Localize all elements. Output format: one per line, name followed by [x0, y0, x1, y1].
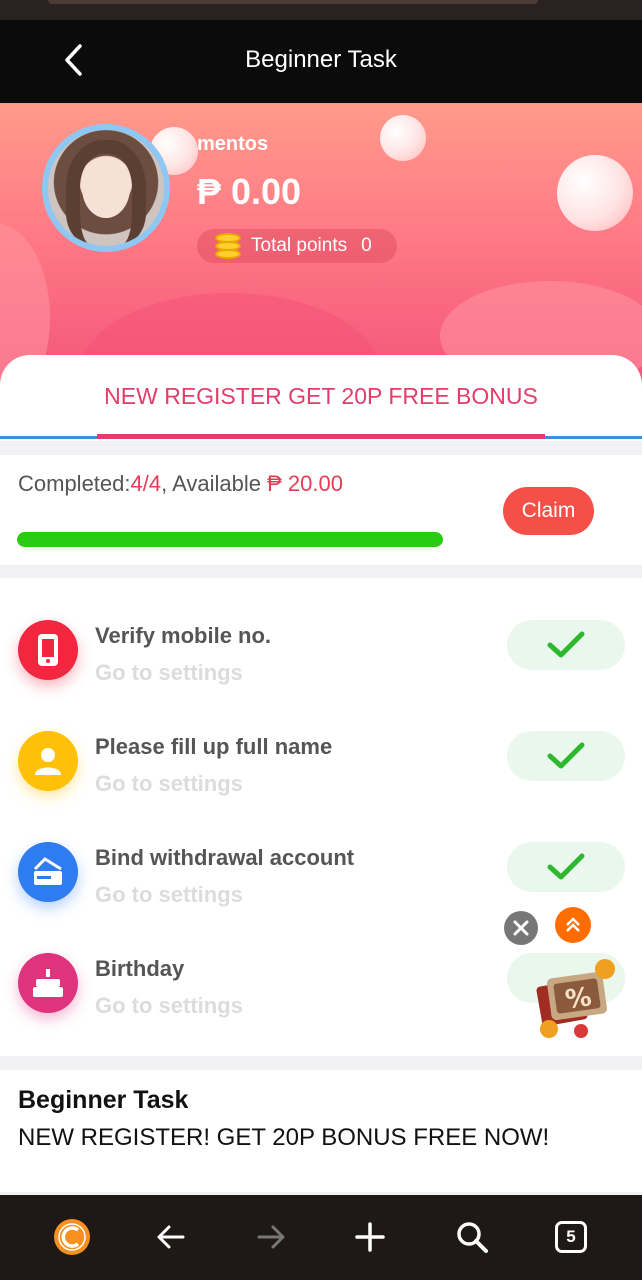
task-title: Verify mobile no.: [95, 623, 272, 648]
double-chevron-up-icon: [566, 917, 580, 932]
points-label: Total points: [251, 235, 348, 256]
browser-navbar: 5: [0, 1195, 642, 1280]
task-subtitle[interactable]: Go to settings: [95, 993, 243, 1019]
task-status-done: [507, 842, 625, 892]
task-item-verify-mobile[interactable]: Verify mobile no. Go to settings: [0, 578, 642, 690]
task-item-full-name[interactable]: Please fill up full name Go to settings: [0, 689, 642, 801]
status-strip: [0, 0, 642, 20]
balance-amount: ₱ 0.00: [197, 171, 302, 212]
info-heading: Beginner Task: [18, 1086, 189, 1114]
person-icon: [18, 731, 78, 791]
task-subtitle[interactable]: Go to settings: [95, 660, 243, 686]
plus-icon: [355, 1222, 385, 1252]
tabs-button[interactable]: 5: [549, 1215, 593, 1259]
task-item-withdrawal-account[interactable]: Bind withdrawal account Go to settings: [0, 800, 642, 912]
available-amount: ₱ 20.00: [267, 471, 343, 496]
info-text: NEW REGISTER! GET 20P BONUS FREE NOW!: [18, 1124, 550, 1151]
page-title: Beginner Task: [245, 46, 397, 73]
active-tab-indicator: [97, 434, 545, 439]
claim-button[interactable]: Claim: [503, 487, 594, 535]
task-title: Birthday: [95, 956, 185, 981]
browser-menu-button[interactable]: [50, 1215, 94, 1259]
avatar[interactable]: [42, 124, 170, 252]
browser-forward-button[interactable]: [249, 1215, 293, 1259]
new-tab-button[interactable]: [348, 1215, 392, 1259]
checkmark-icon: [547, 631, 585, 658]
card-icon: [18, 842, 78, 902]
tab-new-register-bonus[interactable]: NEW REGISTER GET 20P FREE BONUS: [0, 383, 642, 410]
tab-bar: NEW REGISTER GET 20P FREE BONUS: [0, 355, 642, 441]
progress-bar: [17, 532, 443, 547]
phone-icon: [18, 620, 78, 680]
arrow-left-icon: [157, 1225, 185, 1249]
search-icon: [457, 1222, 488, 1253]
info-section: Beginner Task NEW REGISTER! GET 20P BONU…: [0, 1070, 642, 1192]
close-icon: [513, 920, 529, 936]
svg-text:%: %: [563, 982, 593, 1015]
cake-icon: [18, 953, 78, 1013]
arrow-right-icon: [257, 1225, 285, 1249]
coupon-gift-icon: %: [536, 959, 615, 1038]
close-promo-button[interactable]: [504, 911, 538, 945]
task-status-done: [507, 620, 625, 670]
username: mentos: [197, 133, 269, 155]
promo-coupon-widget[interactable]: %: [527, 955, 621, 1043]
checkmark-icon: [547, 853, 585, 880]
checkmark-icon: [547, 742, 585, 769]
task-title: Bind withdrawal account: [95, 845, 355, 870]
task-subtitle[interactable]: Go to settings: [95, 771, 243, 797]
app-header: Beginner Task: [0, 20, 642, 103]
task-title: Please fill up full name: [95, 734, 333, 759]
completed-count: 4/4: [130, 471, 162, 496]
progress-summary: Completed:4/4, Available ₱ 20.00: [18, 471, 343, 496]
task-status-done: [507, 731, 625, 781]
coin-stack-icon: [213, 231, 243, 261]
total-points-badge: Total points 0: [197, 229, 397, 263]
search-button[interactable]: [450, 1215, 494, 1259]
scroll-top-button[interactable]: [555, 907, 591, 943]
profile-hero: mentos ₱ 0.00 Total points 0: [0, 103, 642, 393]
progress-fill: [17, 532, 443, 547]
browser-back-button[interactable]: [149, 1215, 193, 1259]
points-value: 0: [361, 235, 372, 256]
progress-card: Completed:4/4, Available ₱ 20.00 Claim: [0, 455, 642, 565]
tabs-count: 5: [555, 1221, 587, 1253]
browser-logo-icon: [54, 1219, 90, 1255]
task-subtitle[interactable]: Go to settings: [95, 882, 243, 908]
